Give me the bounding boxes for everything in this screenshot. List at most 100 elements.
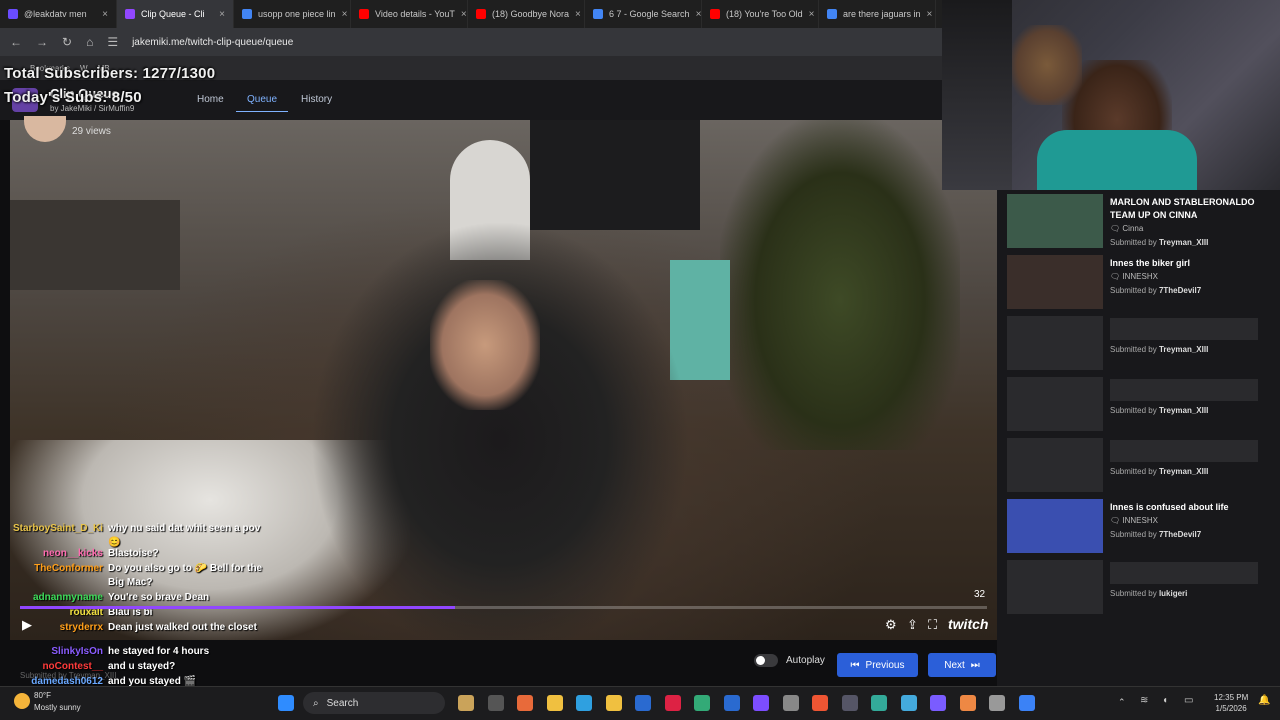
app-icon[interactable]: [1018, 695, 1035, 711]
chrome-icon[interactable]: [959, 695, 976, 711]
browser-tab[interactable]: Clip Queue - Cli ×: [117, 0, 234, 28]
browser-tab[interactable]: (18) You're Too Old ×: [702, 0, 819, 28]
tab-close-icon[interactable]: ×: [809, 9, 815, 20]
tab-label: 6 7 - Google Search: [609, 9, 690, 19]
url-field[interactable]: jakemiki.me/twitch-clip-queue/queue: [132, 37, 293, 48]
browser-tab[interactable]: usopp one piece lin ×: [234, 0, 351, 28]
chat-username[interactable]: stryderrx: [4, 621, 103, 635]
browser-tab[interactable]: are there jaguars in ×: [819, 0, 936, 28]
share-icon[interactable]: ⇪: [907, 617, 918, 633]
queue-thumbnail[interactable]: [1007, 560, 1103, 614]
chat-text: Dean just walked out the closet: [108, 622, 257, 633]
tab-close-icon[interactable]: ×: [342, 9, 348, 20]
twitch-icon[interactable]: [753, 695, 769, 711]
nav-history[interactable]: History: [301, 94, 332, 105]
settings-icon[interactable]: [989, 695, 1005, 711]
queue-thumbnail[interactable]: [1007, 438, 1103, 492]
forward-icon[interactable]: →: [36, 35, 48, 49]
tab-close-icon[interactable]: ×: [102, 9, 108, 20]
reload-icon[interactable]: ↻: [62, 35, 72, 49]
queue-item[interactable]: Submitted by lukigeri: [1007, 560, 1272, 618]
site-info-icon[interactable]: ☰: [107, 35, 118, 49]
fullscreen-icon[interactable]: ⛶: [928, 617, 937, 633]
tab-close-icon[interactable]: ×: [219, 9, 225, 20]
battery-icon[interactable]: ▭: [1184, 695, 1193, 706]
copilot-icon[interactable]: [517, 695, 533, 711]
volume-icon[interactable]: ◖: [1162, 695, 1168, 706]
chat-username[interactable]: neon__kicks: [4, 547, 103, 561]
obs-icon[interactable]: [694, 695, 710, 711]
file-explorer-icon[interactable]: [546, 695, 563, 711]
edge-icon[interactable]: [576, 695, 592, 711]
discord-icon[interactable]: [930, 695, 946, 711]
queue-title-placeholder: [1110, 379, 1258, 401]
excel-icon[interactable]: [635, 695, 651, 711]
home-icon[interactable]: ⌂: [86, 35, 93, 49]
queue-thumbnail[interactable]: [1007, 255, 1103, 309]
queue-item[interactable]: MARLON AND STABLERONALDO TEAM UP ON CINN…: [1007, 194, 1272, 252]
queue-thumbnail[interactable]: [1007, 499, 1103, 553]
clock[interactable]: 12:35 PM 1/5/2026: [1214, 692, 1248, 714]
queue-thumbnail[interactable]: [1007, 194, 1103, 248]
taskbar-search[interactable]: ⌕ Search: [303, 692, 445, 714]
autoplay-toggle[interactable]: [754, 654, 778, 667]
chat-text: You're so brave Dean: [108, 592, 210, 603]
tab-label: are there jaguars in: [843, 9, 921, 19]
clock-app-icon[interactable]: [782, 695, 799, 711]
queue-submitter: Submitted by 7TheDevil7: [1110, 530, 1201, 539]
submitter-name: 7TheDevil7: [1158, 530, 1202, 539]
chat-username[interactable]: SlinkyIsOn: [4, 645, 103, 659]
wifi-icon[interactable]: ≋: [1140, 695, 1148, 706]
queue-item[interactable]: Submitted by Treyman_XIII: [1007, 438, 1272, 496]
tab-close-icon[interactable]: ×: [696, 9, 701, 20]
queue-thumbnail[interactable]: [1007, 377, 1103, 431]
start-icon[interactable]: [278, 695, 294, 711]
queue-title-placeholder: [1110, 318, 1258, 340]
arc-icon[interactable]: [664, 695, 681, 711]
queue-channel-name: Cinna: [1122, 224, 1144, 233]
tab-favicon-icon: [125, 9, 135, 19]
twitch-logo[interactable]: twitch: [948, 616, 988, 632]
chrome-icon[interactable]: [812, 695, 828, 711]
chat-text: he stayed for 4 hours: [108, 646, 210, 657]
vm-icon[interactable]: [841, 695, 858, 711]
queue-item[interactable]: Submitted by Treyman_XIII: [1007, 377, 1272, 435]
autoplay-label: Autoplay: [786, 655, 825, 666]
queue-item[interactable]: Innes is confused about life 🗨 INNESHX Sub…: [1007, 499, 1272, 557]
queue-item[interactable]: Submitted by Treyman_XIII: [1007, 316, 1272, 374]
photos-icon[interactable]: [900, 695, 917, 711]
nav-home[interactable]: Home: [197, 94, 224, 105]
browser-tab[interactable]: Video details - YouT ×: [351, 0, 468, 28]
chat-username[interactable]: adnanmyname: [4, 591, 103, 605]
tab-close-icon[interactable]: ×: [927, 9, 933, 20]
clip-views: 29 views: [72, 126, 111, 137]
search-icon: ⌕: [313, 697, 319, 709]
browser-tab[interactable]: 6 7 - Google Search ×: [585, 0, 702, 28]
settings-icon[interactable]: ⚙: [885, 617, 897, 633]
app-icon[interactable]: [458, 695, 474, 711]
nav-queue[interactable]: Queue: [236, 94, 288, 112]
previous-button-label: Previous: [865, 659, 905, 671]
tab-close-icon[interactable]: ×: [461, 9, 467, 20]
back-icon[interactable]: ←: [10, 35, 22, 49]
browser-tab[interactable]: (18) Goodbye Nora ×: [468, 0, 585, 28]
play-icon[interactable]: ▶: [22, 617, 32, 633]
browser-tab[interactable]: @leakdatv men ×: [0, 0, 117, 28]
task-view-icon[interactable]: [487, 695, 504, 711]
tab-favicon-icon: [8, 9, 18, 19]
notepad-icon[interactable]: [871, 695, 887, 711]
progress-bar[interactable]: [20, 606, 987, 609]
tab-close-icon[interactable]: ×: [575, 9, 581, 20]
tray-chevron-icon[interactable]: ⌃: [1118, 697, 1126, 708]
submitted-prefix: Submitted by: [1110, 406, 1157, 415]
queue-item[interactable]: Innes the biker girl 🗨 INNESHX Submitted b…: [1007, 255, 1272, 313]
next-button[interactable]: Next ⏭: [928, 653, 996, 677]
chat-username[interactable]: TheConformer: [4, 562, 103, 590]
store-icon[interactable]: [605, 695, 622, 711]
notification-bell-icon[interactable]: 🔔: [1258, 695, 1270, 706]
previous-button[interactable]: ⏮ Previous: [837, 653, 918, 677]
chat-username[interactable]: StarboySaint_D_Ki: [4, 522, 103, 550]
chat-message: stryderrx Dean just walked out the closet: [4, 621, 274, 635]
queue-thumbnail[interactable]: [1007, 316, 1103, 370]
steam-icon[interactable]: [723, 695, 740, 711]
